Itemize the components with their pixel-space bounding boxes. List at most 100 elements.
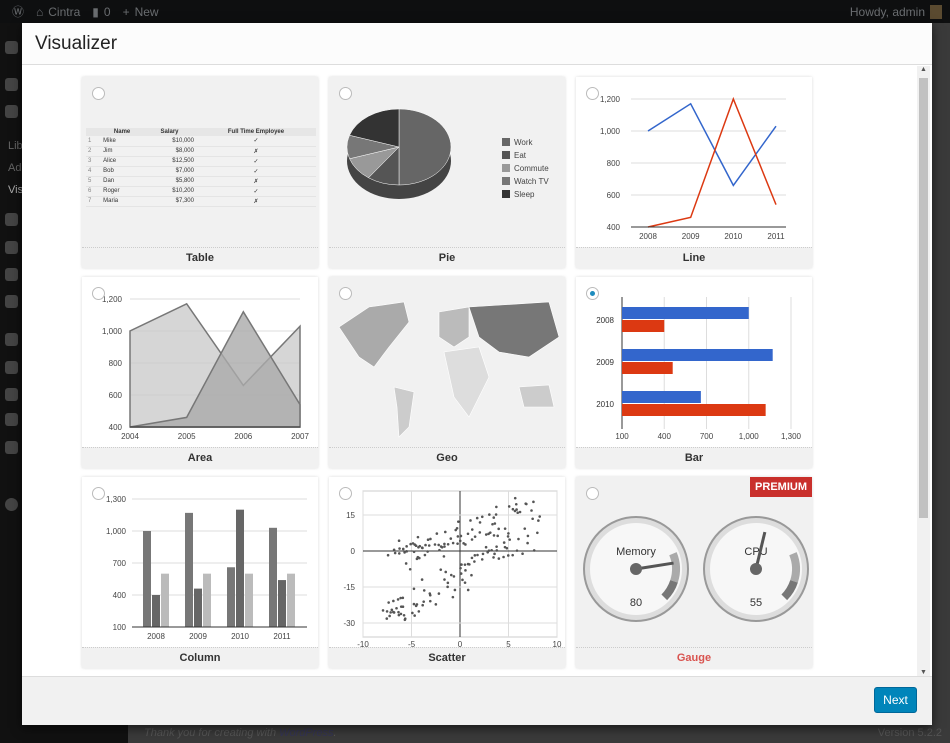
scatter-point — [385, 610, 389, 613]
wordpress-link[interactable]: WordPress — [279, 727, 333, 739]
sidebar-item[interactable]: Ad — [8, 162, 21, 174]
scatter-point — [412, 550, 416, 554]
scatter-point — [401, 605, 405, 609]
chart-type-radio[interactable] — [586, 87, 599, 100]
scroll-down-icon[interactable]: ▼ — [920, 669, 927, 676]
scatter-point — [495, 505, 498, 509]
table-header: Full Time Employee — [195, 128, 316, 136]
chart-type-radio[interactable] — [586, 287, 599, 300]
site-link[interactable]: ⌂ Cintra — [36, 5, 80, 19]
grid-icon[interactable] — [5, 441, 18, 454]
comments-icon[interactable] — [5, 241, 18, 254]
collapse-icon[interactable] — [5, 498, 18, 511]
next-button[interactable]: Next — [874, 687, 917, 713]
chart-type-radio[interactable] — [92, 87, 105, 100]
legend-swatch — [502, 177, 510, 185]
scatter-point — [443, 545, 446, 548]
gauge-label: CPU — [744, 546, 767, 558]
table-cell: Dan — [101, 176, 144, 187]
chart-type-column[interactable]: 100 400 700 1,000 1,300 2008 2009 2010 2011 Colum… — [82, 477, 318, 668]
chart-type-radio[interactable] — [339, 487, 352, 500]
chart-type-label: Scatter — [329, 647, 565, 668]
table-header: Salary — [143, 128, 196, 136]
x-tick-label: 2006 — [234, 432, 252, 441]
scatter-point — [523, 527, 527, 530]
account-menu[interactable]: Howdy, admin — [850, 4, 942, 19]
table-row: 2 Jim $8,000 ✗ — [86, 146, 316, 157]
scroll-up-icon[interactable]: ▲ — [920, 66, 927, 73]
line-thumbnail: 400 600 800 1,000 1,200 2008 2009 2010 2011 — [600, 95, 786, 241]
wordpress-logo-icon[interactable]: Ⓦ — [12, 3, 24, 20]
comments-link[interactable]: ▮ 0 — [92, 5, 110, 19]
gauge-value: 55 — [750, 597, 762, 609]
scatter-point — [507, 532, 510, 535]
geo-region — [518, 384, 555, 408]
bar — [622, 307, 749, 319]
scatter-point — [538, 515, 542, 518]
table-cell: 5 — [86, 176, 102, 187]
scrollbar-thumb[interactable] — [919, 78, 928, 518]
y-tick-label: 600 — [607, 191, 621, 200]
dashboard-icon[interactable] — [5, 41, 18, 54]
scatter-point — [398, 547, 401, 550]
scatter-point — [492, 556, 495, 559]
pages-icon[interactable] — [5, 213, 18, 226]
scatter-point — [412, 602, 416, 606]
chart-type-line[interactable]: 400 600 800 1,000 1,200 2008 2009 2010 2011 Line — [576, 77, 812, 268]
users-icon[interactable] — [5, 361, 18, 374]
chart-type-geo[interactable]: Geo — [329, 277, 565, 468]
sidebar-item[interactable]: Vis — [8, 184, 23, 196]
scatter-point — [484, 545, 488, 549]
tools-icon[interactable] — [5, 333, 18, 346]
chart-type-radio[interactable] — [339, 287, 352, 300]
scatter-point — [488, 531, 492, 534]
chart-type-table[interactable]: Table Name Salary Full Time Employee 1 Mike $1… — [82, 77, 318, 268]
bar — [622, 349, 773, 361]
chart-type-label: Column — [82, 647, 318, 668]
chart-type-area[interactable]: 400 600 800 1,000 1,200 2004 2005 2006 2007 Area — [82, 277, 318, 468]
appearance-icon[interactable] — [5, 268, 18, 281]
scatter-point — [494, 513, 498, 516]
table-cell: $7,000 — [143, 166, 196, 177]
legend-swatch — [502, 138, 510, 146]
x-tick-label: 0 — [458, 640, 463, 647]
chart-type-radio[interactable] — [92, 487, 105, 500]
chart-type-label: Table — [82, 247, 318, 268]
new-link[interactable]: + New — [123, 5, 159, 19]
pin-icon[interactable] — [5, 78, 18, 91]
y-tick-label: 15 — [346, 511, 355, 520]
plugins-icon[interactable] — [5, 295, 18, 308]
scatter-point — [476, 553, 479, 557]
table-cell: Alice — [101, 156, 144, 167]
media-icon[interactable] — [5, 105, 18, 118]
chart-type-label: Bar — [576, 447, 812, 468]
table-row: 4 Bob $7,000 ✓ — [86, 166, 316, 177]
chart-type-label: Pie — [329, 247, 565, 268]
chart-type-gauge[interactable]: Memory 80 CPU 55 PREMIUM Gauge — [576, 477, 812, 668]
chart-type-radio[interactable] — [339, 87, 352, 100]
legend-label: Work — [514, 138, 534, 147]
table-cell: 2 — [86, 146, 102, 157]
scatter-point — [536, 531, 539, 535]
scatter-point — [495, 549, 499, 552]
home-icon: ⌂ — [36, 4, 44, 19]
chart-type-scatter[interactable]: -10 -5 0 5 10 15 0 -15 -30 Scatter — [329, 477, 565, 668]
scrollbar[interactable]: ▲ ▼ — [917, 66, 930, 676]
scatter-point — [439, 568, 443, 571]
feedback-icon[interactable] — [5, 413, 18, 426]
geo-region — [338, 301, 410, 368]
settings-icon[interactable] — [5, 388, 18, 401]
gauge-thumbnail: Memory 80 CPU 55 — [583, 516, 809, 622]
geo-region — [468, 301, 560, 358]
chart-type-radio[interactable] — [586, 487, 599, 500]
table-cell: Bob — [101, 166, 144, 177]
column — [194, 588, 202, 627]
scatter-point — [446, 581, 450, 585]
chart-type-pie[interactable]: Work Eat Commute Watch TV Sleep Pie — [329, 77, 565, 268]
sidebar-item[interactable]: Lib — [8, 140, 23, 152]
scatter-point — [526, 534, 530, 538]
chart-type-radio[interactable] — [92, 287, 105, 300]
scatter-point — [473, 560, 476, 563]
chart-type-bar[interactable]: 100 400 700 1,000 1,300 2008 2009 2010 Bar — [576, 277, 812, 468]
scatter-point — [464, 569, 467, 572]
